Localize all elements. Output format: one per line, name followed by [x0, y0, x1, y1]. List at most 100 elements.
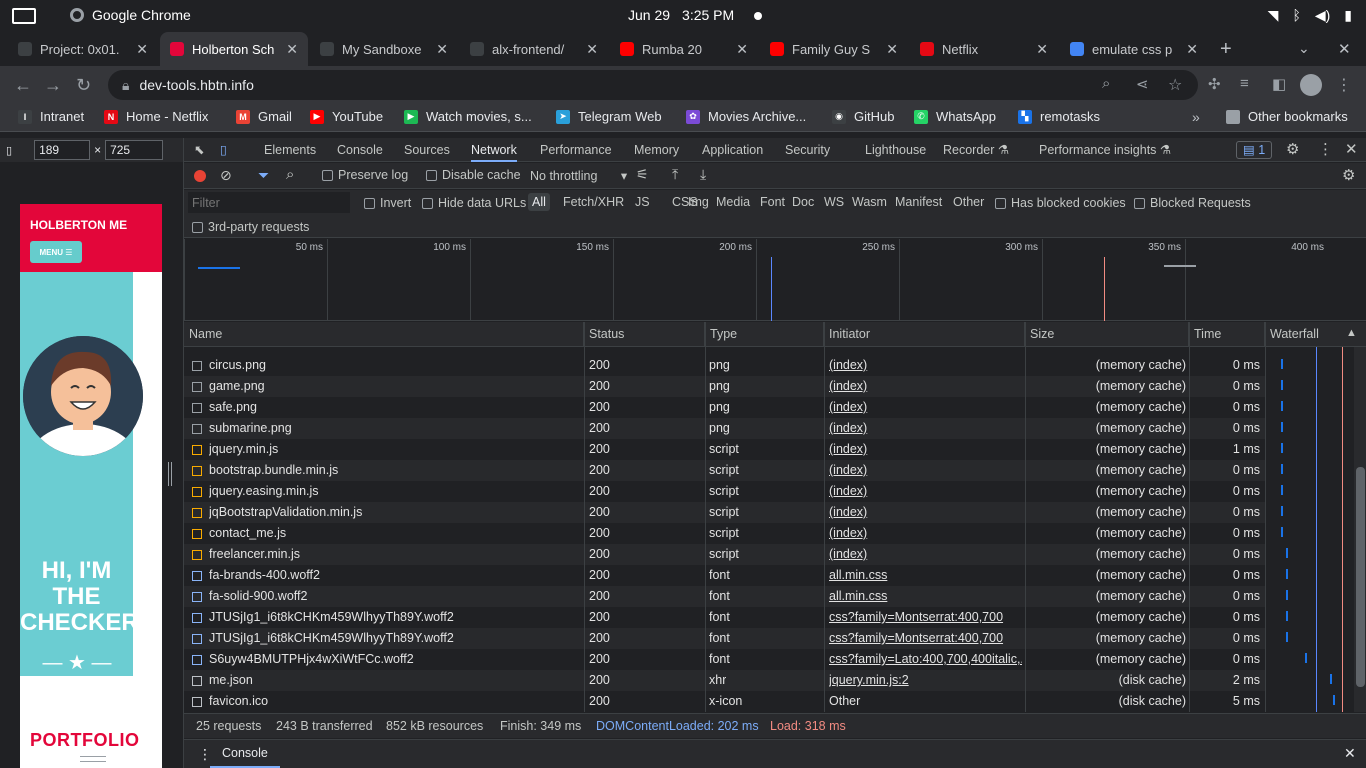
- blocked-cookies-checkbox[interactable]: Has blocked cookies: [995, 196, 1126, 210]
- table-row[interactable]: safe.png 200 png (index) (memory cache) 0 ms: [184, 397, 1265, 418]
- column-header-initiator[interactable]: Initiator: [824, 322, 1025, 347]
- tab-memory[interactable]: Memory: [634, 138, 679, 162]
- table-row[interactable]: JTUSjIg1_i6t8kCHKm459WlhyyTh89Y.woff2 200…: [184, 628, 1265, 649]
- type-filter-ws[interactable]: WS: [820, 193, 848, 211]
- bookmark-item[interactable]: ✆ WhatsApp: [914, 109, 996, 124]
- hide-data-urls-checkbox[interactable]: Hide data URLs: [422, 196, 526, 210]
- device-toggle-icon[interactable]: ▯: [220, 138, 227, 162]
- extensions-icon[interactable]: ✣: [1208, 75, 1221, 93]
- browser-tab[interactable]: My Sandboxe ✕: [310, 32, 458, 66]
- timeline-overview[interactable]: 50 ms 100 ms 150 ms 200 ms 250 ms 300 ms 350 m…: [184, 239, 1366, 321]
- share-icon[interactable]: ⋖: [1136, 75, 1149, 93]
- volume-icon[interactable]: ◀): [1315, 7, 1330, 24]
- wifi-icon[interactable]: ◥: [1268, 7, 1279, 24]
- filter-input[interactable]: [188, 192, 350, 213]
- browser-tab[interactable]: Rumba 20 ✕: [610, 32, 758, 66]
- other-bookmarks[interactable]: Other bookmarks: [1226, 109, 1348, 124]
- column-header-size[interactable]: Size: [1025, 322, 1189, 347]
- disable-cache-box[interactable]: [426, 170, 437, 182]
- window-close-icon[interactable]: ✕: [1338, 40, 1351, 58]
- table-scrollbar[interactable]: [1354, 347, 1366, 712]
- preserve-log-checkbox[interactable]: Preserve log: [322, 168, 408, 182]
- menu-button[interactable]: MENU ☰: [30, 241, 82, 263]
- table-row[interactable]: jqBootstrapValidation.min.js 200 script (in…: [184, 502, 1265, 523]
- browser-tab[interactable]: emulate css p ✕: [1060, 32, 1208, 66]
- browser-tab[interactable]: alx-frontend/ ✕: [460, 32, 608, 66]
- invert-box[interactable]: [364, 198, 375, 210]
- cell-initiator[interactable]: (index): [829, 376, 1022, 397]
- table-row[interactable]: fa-brands-400.woff2 200 font all.min.css (me…: [184, 565, 1265, 586]
- cell-initiator[interactable]: all.min.css: [829, 565, 1022, 586]
- tab-sources[interactable]: Sources: [404, 138, 450, 162]
- column-header-name[interactable]: Name: [184, 322, 584, 347]
- type-filter-other[interactable]: Other: [949, 193, 988, 211]
- cell-initiator[interactable]: (index): [829, 544, 1022, 565]
- table-row[interactable]: game.png 200 png (index) (memory cache) 0 ms: [184, 376, 1265, 397]
- cell-initiator[interactable]: (index): [829, 418, 1022, 439]
- throttling-select[interactable]: No throttling ▾: [530, 168, 627, 183]
- type-filter-fetch-xhr[interactable]: Fetch/XHR: [559, 193, 628, 211]
- battery-icon[interactable]: ▮: [1344, 7, 1352, 24]
- invert-checkbox[interactable]: Invert: [364, 196, 411, 210]
- table-row[interactable]: circus.png 200 png (index) (memory cache) 0 m…: [184, 355, 1265, 376]
- tab-elements[interactable]: Elements: [264, 138, 316, 162]
- back-icon[interactable]: ←: [14, 75, 32, 96]
- tab-close-icon[interactable]: ✕: [1036, 41, 1048, 58]
- chrome-menu-icon[interactable]: ⋮: [1336, 75, 1352, 95]
- export-har-icon[interactable]: ⤓: [700, 166, 706, 183]
- bookmark-item[interactable]: N Home - Netflix: [104, 109, 208, 124]
- table-row[interactable]: contact_me.js 200 script (index) (memory cac…: [184, 523, 1265, 544]
- table-row[interactable]: freelancer.min.js 200 script (index) (memory…: [184, 544, 1265, 565]
- browser-tab[interactable]: Netflix ✕: [910, 32, 1058, 66]
- tab-close-icon[interactable]: ✕: [736, 41, 748, 58]
- cell-initiator[interactable]: (index): [829, 439, 1022, 460]
- browser-tab[interactable]: Holberton Sch ✕: [160, 32, 308, 66]
- bookmark-item[interactable]: ➤ Telegram Web: [556, 109, 662, 124]
- tab-close-icon[interactable]: ✕: [1186, 41, 1198, 58]
- tab-close-icon[interactable]: ✕: [286, 41, 298, 58]
- blocked-requests-checkbox[interactable]: Blocked Requests: [1134, 196, 1251, 210]
- forward-icon[interactable]: →: [44, 75, 62, 96]
- reload-icon[interactable]: ↻: [76, 75, 91, 96]
- cell-initiator[interactable]: css?family=Montserrat:400,700: [829, 607, 1022, 628]
- clear-icon[interactable]: ⊘: [220, 167, 232, 184]
- network-conditions-icon[interactable]: ⚟: [636, 166, 649, 183]
- type-filter-manifest[interactable]: Manifest: [891, 193, 946, 211]
- type-filter-all[interactable]: All: [528, 193, 550, 211]
- type-filter-js[interactable]: JS: [631, 193, 654, 211]
- more-bookmarks-icon[interactable]: »: [1192, 109, 1200, 125]
- tab-close-icon[interactable]: ✕: [136, 41, 148, 58]
- cell-initiator[interactable]: (index): [829, 502, 1022, 523]
- zoom-icon[interactable]: ⌕: [1102, 75, 1110, 92]
- bookmark-item[interactable]: ◉ GitHub: [832, 109, 894, 124]
- device-select-icon[interactable]: ▯: [6, 144, 12, 157]
- type-filter-media[interactable]: Media: [712, 193, 754, 211]
- device-width-input[interactable]: [34, 140, 91, 160]
- side-panel-icon[interactable]: ◧: [1272, 75, 1286, 93]
- clock[interactable]: Jun 29 3:25 PM: [628, 7, 734, 23]
- table-row[interactable]: favicon.ico 200 x-icon Other (disk cache) 5 m…: [184, 691, 1265, 712]
- bookmark-item[interactable]: M Gmail: [236, 109, 292, 124]
- tab-application[interactable]: Application: [702, 138, 763, 162]
- preserve-log-box[interactable]: [322, 170, 333, 182]
- cell-initiator[interactable]: jquery.min.js:2: [829, 670, 1022, 691]
- tab-security[interactable]: Security: [785, 138, 830, 162]
- tab-console[interactable]: Console: [337, 138, 383, 162]
- tab-performance[interactable]: Performance: [540, 138, 612, 162]
- table-row[interactable]: me.json 200 xhr jquery.min.js:2 (disk cache)…: [184, 670, 1265, 691]
- tab-close-icon[interactable]: ✕: [586, 41, 598, 58]
- cell-initiator[interactable]: (index): [829, 523, 1022, 544]
- profile-avatar[interactable]: [1300, 74, 1322, 96]
- bluetooth-icon[interactable]: ᛒ: [1292, 7, 1300, 24]
- tab-recorder[interactable]: Recorder ⚗: [943, 138, 1009, 162]
- bookmark-item[interactable]: ▶ Watch movies, s...: [404, 109, 532, 124]
- cell-initiator[interactable]: (index): [829, 460, 1022, 481]
- devtools-menu-icon[interactable]: ⋮: [1318, 138, 1333, 162]
- cell-initiator[interactable]: all.min.css: [829, 586, 1022, 607]
- resize-handle[interactable]: [168, 462, 172, 486]
- type-filter-font[interactable]: Font: [756, 193, 789, 211]
- tab-search-icon[interactable]: ⌄: [1298, 40, 1310, 57]
- table-row[interactable]: jquery.easing.min.js 200 script (index) (mem…: [184, 481, 1265, 502]
- filter-icon[interactable]: ⏷: [258, 167, 269, 184]
- scrollbar-thumb[interactable]: [1356, 467, 1365, 687]
